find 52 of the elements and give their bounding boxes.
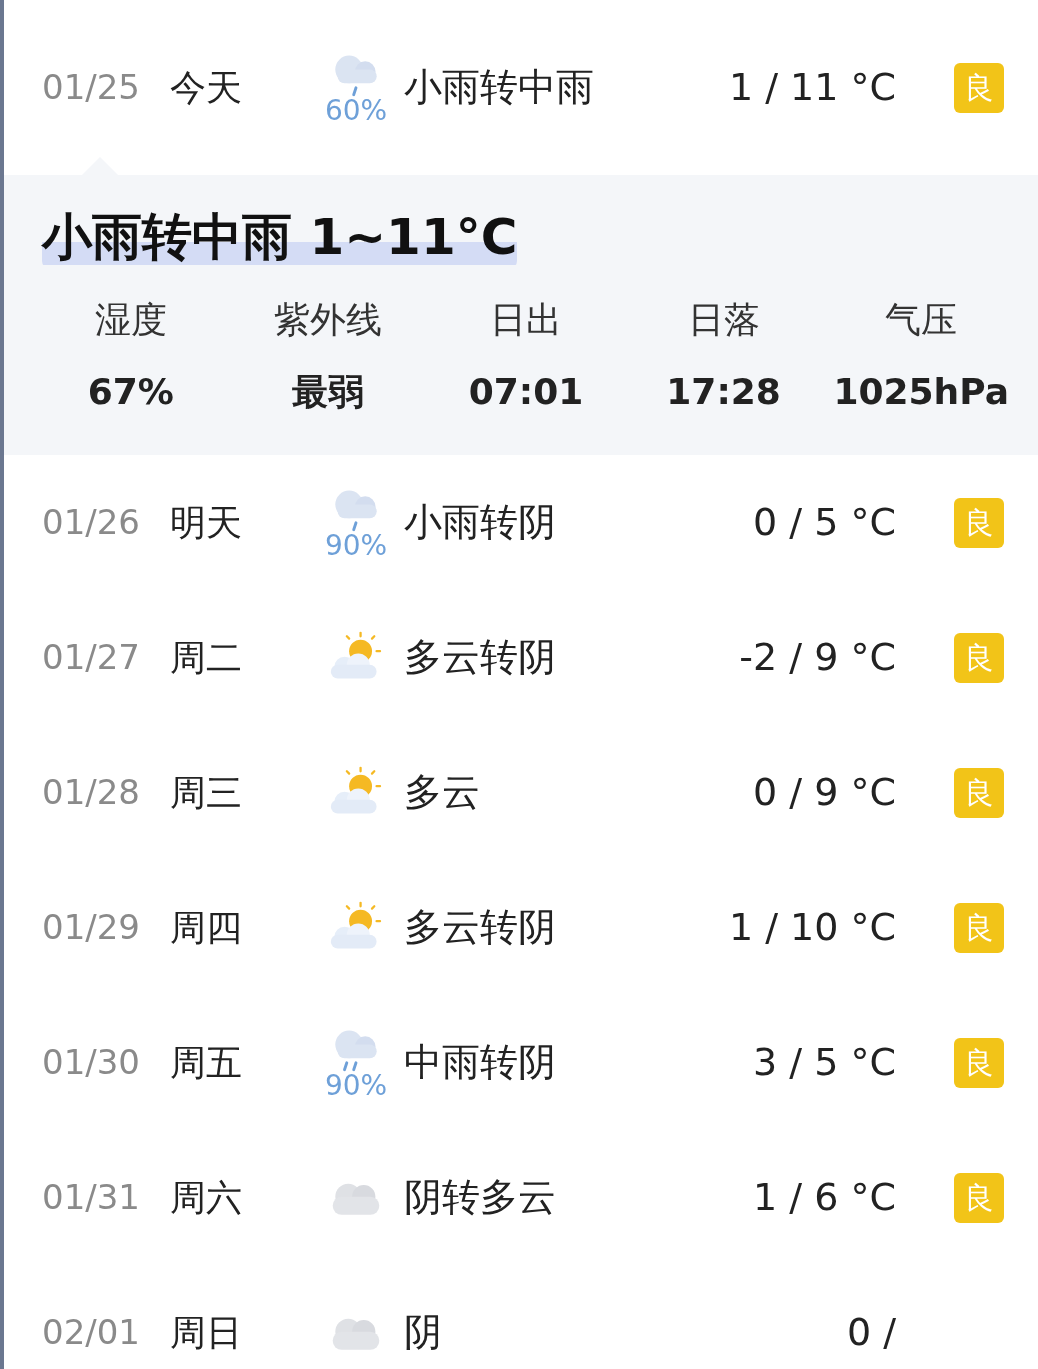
air-quality-badge: 良 <box>954 497 1004 548</box>
day-label: 周二 <box>170 635 243 680</box>
temperature-range: 1 / 10 °C <box>728 904 896 951</box>
stat-label: 日落 <box>687 298 760 342</box>
date: 01/30 <box>42 1041 141 1084</box>
temperature-range: 0 / 9 °C <box>753 769 896 816</box>
stat-value: 1025hPa <box>833 370 1009 414</box>
stat-value: 07:01 <box>468 370 584 414</box>
air-quality-badge: 良 <box>954 632 1004 683</box>
date: 01/28 <box>42 771 141 814</box>
weather-description: 多云转阴 <box>404 904 557 951</box>
temperature-range: 1 / 11 °C <box>728 64 896 111</box>
day-label: 周六 <box>170 1175 243 1220</box>
date: 01/25 <box>42 66 141 109</box>
date: 01/29 <box>42 906 141 949</box>
temperature-range: 3 / 5 °C <box>753 1039 896 1086</box>
weather-description: 阴 <box>404 1309 443 1356</box>
weather-description: 阴转多云 <box>404 1174 557 1221</box>
day-label: 今天 <box>170 65 243 110</box>
day-label: 周三 <box>170 770 243 815</box>
weather-description: 中雨转阴 <box>404 1039 557 1086</box>
temperature-range: -2 / 9 °C <box>739 634 896 681</box>
weather-description: 多云转阴 <box>404 634 557 681</box>
stat-label: 日出 <box>490 298 562 342</box>
date: 01/26 <box>42 501 141 544</box>
air-quality-badge: 良 <box>954 902 1004 953</box>
date: 01/31 <box>42 1176 141 1219</box>
air-quality-badge: 良 <box>954 1172 1004 1223</box>
weather-description: 多云 <box>404 769 481 816</box>
stat-label: 湿度 <box>94 298 167 342</box>
temperature-range: 0 / 5 °C <box>753 499 896 546</box>
precipitation-chance: 90% <box>324 531 388 560</box>
stat-value: 67% <box>87 370 174 414</box>
air-quality-badge: 良 <box>954 767 1004 818</box>
day-label: 明天 <box>170 500 243 545</box>
air-quality-badge: 良 <box>954 62 1004 113</box>
stat-value: 最弱 <box>292 370 365 414</box>
temperature-range: 1 / 6 °C <box>753 1174 896 1221</box>
day-label: 周四 <box>170 905 243 950</box>
weather-description: 小雨转阴 <box>404 499 557 546</box>
temperature-range: 0 / <box>846 1309 896 1356</box>
date: 01/27 <box>42 636 141 679</box>
air-quality-badge: 良 <box>954 1037 1004 1088</box>
day-label: 周五 <box>170 1040 243 1085</box>
day-label: 周日 <box>170 1310 243 1355</box>
stat-label: 气压 <box>885 298 958 342</box>
weather-description: 小雨转中雨 <box>404 64 595 111</box>
precipitation-chance: 90% <box>324 1071 388 1100</box>
date: 02/01 <box>42 1311 141 1354</box>
precipitation-chance: 60% <box>324 96 388 125</box>
stat-value: 17:28 <box>666 370 781 414</box>
stat-label: 紫外线 <box>274 298 383 342</box>
